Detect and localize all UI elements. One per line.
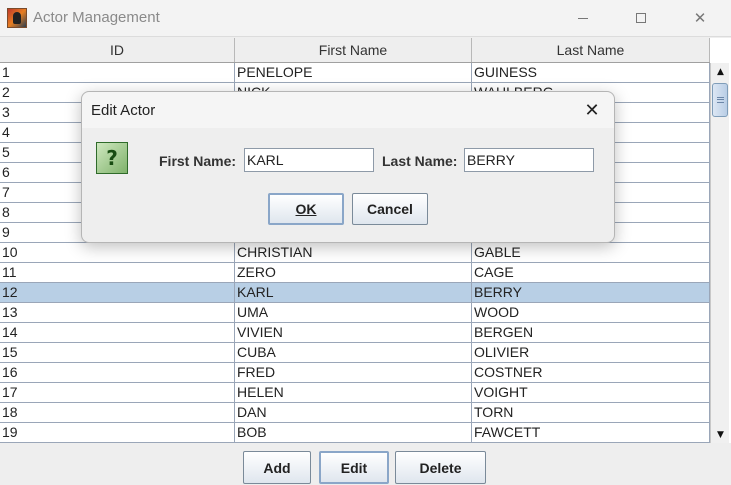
table-row[interactable]: 13 UMA WOOD (0, 303, 710, 323)
ok-button[interactable]: OK (268, 193, 344, 225)
cell-first-name: CUBA (235, 343, 472, 362)
first-name-field[interactable] (244, 148, 374, 172)
first-name-label: First Name: (159, 153, 237, 169)
cell-last-name: CAGE (472, 263, 710, 282)
cell-last-name: BERRY (472, 283, 710, 302)
table-row[interactable]: 1 PENELOPE GUINESS (0, 63, 710, 83)
cell-first-name: ZERO (235, 263, 472, 282)
app-icon (7, 8, 27, 28)
cell-first-name: FRED (235, 363, 472, 382)
cell-first-name: VIVIEN (235, 323, 472, 342)
ok-button-label: OK (295, 201, 317, 217)
cell-id: 14 (0, 323, 235, 342)
cell-first-name: HELEN (235, 383, 472, 402)
last-name-field[interactable] (464, 148, 594, 172)
window-titlebar[interactable]: Actor Management ✕ (0, 0, 731, 37)
window-title: Actor Management (33, 9, 160, 26)
table-row[interactable]: 14 VIVIEN BERGEN (0, 323, 710, 343)
cell-last-name: GABLE (472, 243, 710, 262)
maximize-icon (636, 13, 646, 23)
vertical-scrollbar[interactable]: ▲ ▼ (710, 63, 729, 443)
cell-last-name: COSTNER (472, 363, 710, 382)
scroll-up-icon[interactable]: ▲ (711, 63, 730, 80)
column-header-id[interactable]: ID (0, 38, 235, 62)
edit-actor-dialog: Edit Actor ✕ ? First Name: Last Name: OK… (81, 91, 615, 243)
edit-button[interactable]: Edit (319, 451, 389, 484)
table-row[interactable]: 16 FRED COSTNER (0, 363, 710, 383)
question-icon: ? (96, 142, 128, 174)
cell-id: 17 (0, 383, 235, 402)
cell-id: 19 (0, 423, 235, 442)
cell-last-name: GUINESS (472, 63, 710, 82)
delete-button[interactable]: Delete (395, 451, 486, 484)
cell-first-name: PENELOPE (235, 63, 472, 82)
table-header: ID First Name Last Name (0, 38, 710, 63)
scroll-down-icon[interactable]: ▼ (711, 426, 730, 443)
scroll-thumb[interactable] (712, 83, 728, 117)
cell-first-name: UMA (235, 303, 472, 322)
cell-first-name: KARL (235, 283, 472, 302)
column-header-first-name[interactable]: First Name (235, 38, 472, 62)
table-row[interactable]: 17 HELEN VOIGHT (0, 383, 710, 403)
grip-icon (717, 97, 724, 103)
cell-id: 16 (0, 363, 235, 382)
add-button[interactable]: Add (243, 451, 311, 484)
dialog-title: Edit Actor (91, 102, 156, 119)
close-icon: ✕ (693, 9, 707, 27)
column-header-last-name[interactable]: Last Name (472, 38, 710, 62)
cell-last-name: OLIVIER (472, 343, 710, 362)
table-row[interactable]: 10 CHRISTIAN GABLE (0, 243, 710, 263)
cell-id: 10 (0, 243, 235, 262)
table-row[interactable]: 11 ZERO CAGE (0, 263, 710, 283)
cell-last-name: VOIGHT (472, 383, 710, 402)
close-button[interactable]: ✕ (677, 5, 723, 31)
last-name-label: Last Name: (382, 153, 458, 169)
cell-last-name: WOOD (472, 303, 710, 322)
cell-id: 1 (0, 63, 235, 82)
dialog-titlebar[interactable]: Edit Actor ✕ (82, 92, 614, 128)
cell-id: 13 (0, 303, 235, 322)
table-row[interactable]: 15 CUBA OLIVIER (0, 343, 710, 363)
cell-first-name: CHRISTIAN (235, 243, 472, 262)
table-row[interactable]: 19 BOB FAWCETT (0, 423, 710, 443)
cell-id: 12 (0, 283, 235, 302)
table-row[interactable]: 18 DAN TORN (0, 403, 710, 423)
dialog-close-button[interactable]: ✕ (577, 98, 607, 122)
cell-id: 18 (0, 403, 235, 422)
table-row[interactable]: 12 KARL BERRY (0, 283, 710, 303)
maximize-button[interactable] (618, 5, 664, 31)
cell-id: 11 (0, 263, 235, 282)
cell-id: 15 (0, 343, 235, 362)
cell-first-name: BOB (235, 423, 472, 442)
cell-first-name: DAN (235, 403, 472, 422)
minimize-button[interactable] (560, 5, 606, 31)
cell-last-name: TORN (472, 403, 710, 422)
cell-last-name: FAWCETT (472, 423, 710, 442)
cancel-button[interactable]: Cancel (352, 193, 428, 225)
cell-last-name: BERGEN (472, 323, 710, 342)
minimize-icon (578, 17, 588, 19)
close-icon: ✕ (584, 99, 600, 121)
